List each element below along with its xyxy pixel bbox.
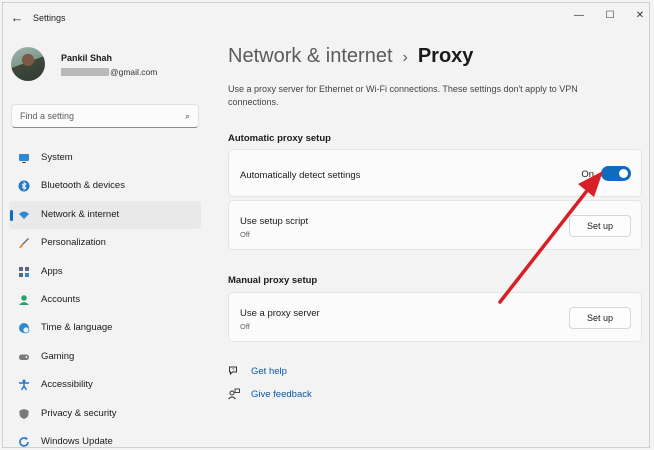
sidebar-item-time-language[interactable]: Time & language	[9, 314, 201, 342]
sidebar-item-label: Windows Update	[41, 435, 113, 447]
brush-icon	[18, 237, 30, 249]
setup-script-card[interactable]: Use setup script Off Set up	[228, 200, 642, 250]
title-bar: ← Settings — ☐ ✕	[3, 3, 649, 33]
sidebar-item-privacy-security[interactable]: Privacy & security	[9, 400, 201, 428]
setup-script-button[interactable]: Set up	[569, 215, 631, 237]
gamepad-icon	[18, 351, 30, 363]
sidebar-item-system[interactable]: System	[9, 144, 201, 172]
apps-icon	[18, 266, 30, 278]
page-description: Use a proxy server for Ethernet or Wi-Fi…	[228, 84, 578, 107]
proxy-server-card[interactable]: Use a proxy server Off Set up	[228, 292, 642, 342]
breadcrumb-separator: ›	[402, 49, 408, 66]
get-help-label[interactable]: Get help	[251, 366, 287, 377]
proxy-server-setup-button[interactable]: Set up	[569, 307, 631, 329]
sidebar-item-accessibility[interactable]: Accessibility	[9, 371, 201, 399]
sidebar-item-apps[interactable]: Apps	[9, 258, 201, 286]
feedback-icon	[228, 388, 240, 400]
search-icon[interactable]: ⌕	[185, 111, 190, 122]
bluetooth-icon	[18, 180, 30, 192]
minimize-button[interactable]: —	[570, 9, 588, 23]
user-email: @gmail.com	[61, 67, 157, 77]
update-icon	[18, 436, 30, 447]
auto-detect-label: Automatically detect settings	[240, 170, 361, 181]
sidebar-item-label: Bluetooth & devices	[41, 180, 125, 192]
breadcrumb: Network & internet › Proxy	[228, 45, 473, 68]
sidebar-item-personalization[interactable]: Personalization	[9, 229, 201, 257]
sidebar-item-gaming[interactable]: Gaming	[9, 343, 201, 371]
avatar[interactable]	[11, 47, 45, 81]
help-chat-icon: ?	[228, 365, 240, 377]
setup-script-state: Off	[240, 230, 250, 239]
page-title: Proxy	[417, 45, 474, 67]
maximize-button[interactable]: ☐	[601, 9, 619, 23]
settings-window: ← Settings — ☐ ✕ Pankil Shah @gmail.com …	[2, 2, 650, 448]
sidebar-item-bluetooth[interactable]: Bluetooth & devices	[9, 172, 201, 200]
sidebar-item-windows-update[interactable]: Windows Update	[9, 428, 201, 447]
monitor-icon	[18, 152, 30, 164]
person-icon	[18, 294, 30, 306]
proxy-server-label: Use a proxy server	[240, 308, 320, 319]
close-button[interactable]: ✕	[631, 9, 649, 23]
breadcrumb-parent[interactable]: Network & internet	[228, 45, 393, 67]
accessibility-icon	[18, 379, 30, 391]
auto-detect-state: On	[581, 169, 594, 180]
sidebar-item-label: Personalization	[41, 237, 106, 249]
sidebar-item-label: Network & internet	[41, 208, 120, 220]
auto-detect-toggle[interactable]	[601, 166, 631, 181]
shield-icon	[18, 408, 30, 420]
search-input[interactable]: Find a setting	[20, 111, 74, 121]
user-email-suffix: @gmail.com	[110, 67, 158, 77]
sidebar-item-label: System	[41, 152, 73, 163]
sidebar-item-network[interactable]: Network & internet	[9, 200, 201, 230]
toggle-knob	[619, 169, 628, 178]
sidebar-nav: System Bluetooth & devices Network & int…	[9, 144, 201, 447]
globe-clock-icon	[18, 322, 30, 334]
back-arrow-icon[interactable]: ←	[9, 11, 25, 25]
email-redaction	[61, 68, 109, 76]
manual-proxy-heading: Manual proxy setup	[228, 275, 318, 286]
auto-detect-card[interactable]: Automatically detect settings On	[228, 149, 642, 197]
sidebar-item-label: Apps	[41, 265, 63, 277]
app-title: Settings	[33, 13, 66, 23]
wifi-icon	[18, 209, 30, 221]
setup-script-label: Use setup script	[240, 216, 309, 227]
sidebar-item-label: Gaming	[41, 350, 75, 362]
search-box[interactable]: Find a setting ⌕	[11, 104, 199, 128]
svg-text:?: ?	[232, 367, 235, 372]
sidebar-item-accounts[interactable]: Accounts	[9, 286, 201, 314]
user-name: Pankil Shah	[61, 53, 113, 63]
sidebar-item-label: Privacy & security	[41, 407, 117, 419]
sidebar-item-label: Accessibility	[41, 379, 93, 391]
automatic-proxy-heading: Automatic proxy setup	[228, 133, 331, 144]
sidebar-item-label: Accounts	[41, 293, 81, 305]
give-feedback-label[interactable]: Give feedback	[251, 389, 312, 400]
sidebar-item-label: Time & language	[41, 322, 113, 334]
proxy-server-state: Off	[240, 322, 250, 331]
